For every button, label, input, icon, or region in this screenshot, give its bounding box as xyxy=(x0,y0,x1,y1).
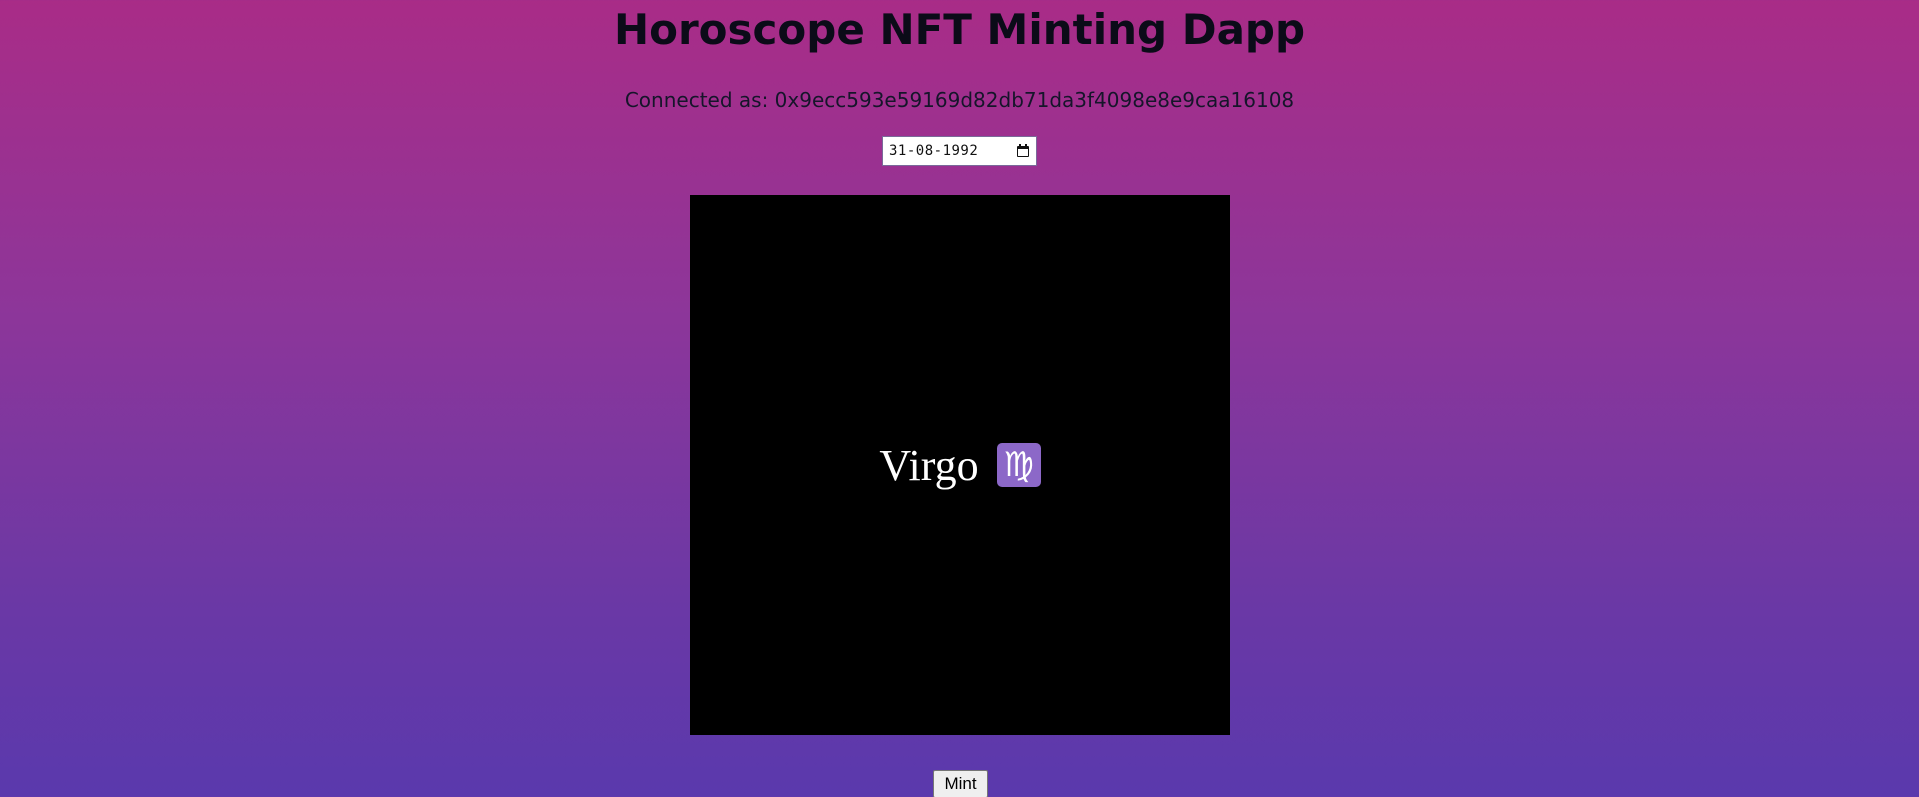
calendar-icon[interactable] xyxy=(1016,144,1030,158)
mint-button[interactable]: Mint xyxy=(933,770,988,797)
connected-account-text: Connected as: 0x9ecc593e59169d82db71da3f… xyxy=(624,88,1295,112)
page-title: Horoscope NFT Minting Dapp xyxy=(613,5,1306,54)
virgo-symbol-icon: ♍ xyxy=(996,443,1041,487)
zodiac-sign-name: Virgo xyxy=(879,440,979,490)
birth-date-value[interactable]: 31-08-1992 xyxy=(889,143,1016,159)
birth-date-input[interactable]: 31-08-1992 xyxy=(882,136,1037,166)
nft-preview-image: Virgo ♍ xyxy=(690,195,1230,735)
